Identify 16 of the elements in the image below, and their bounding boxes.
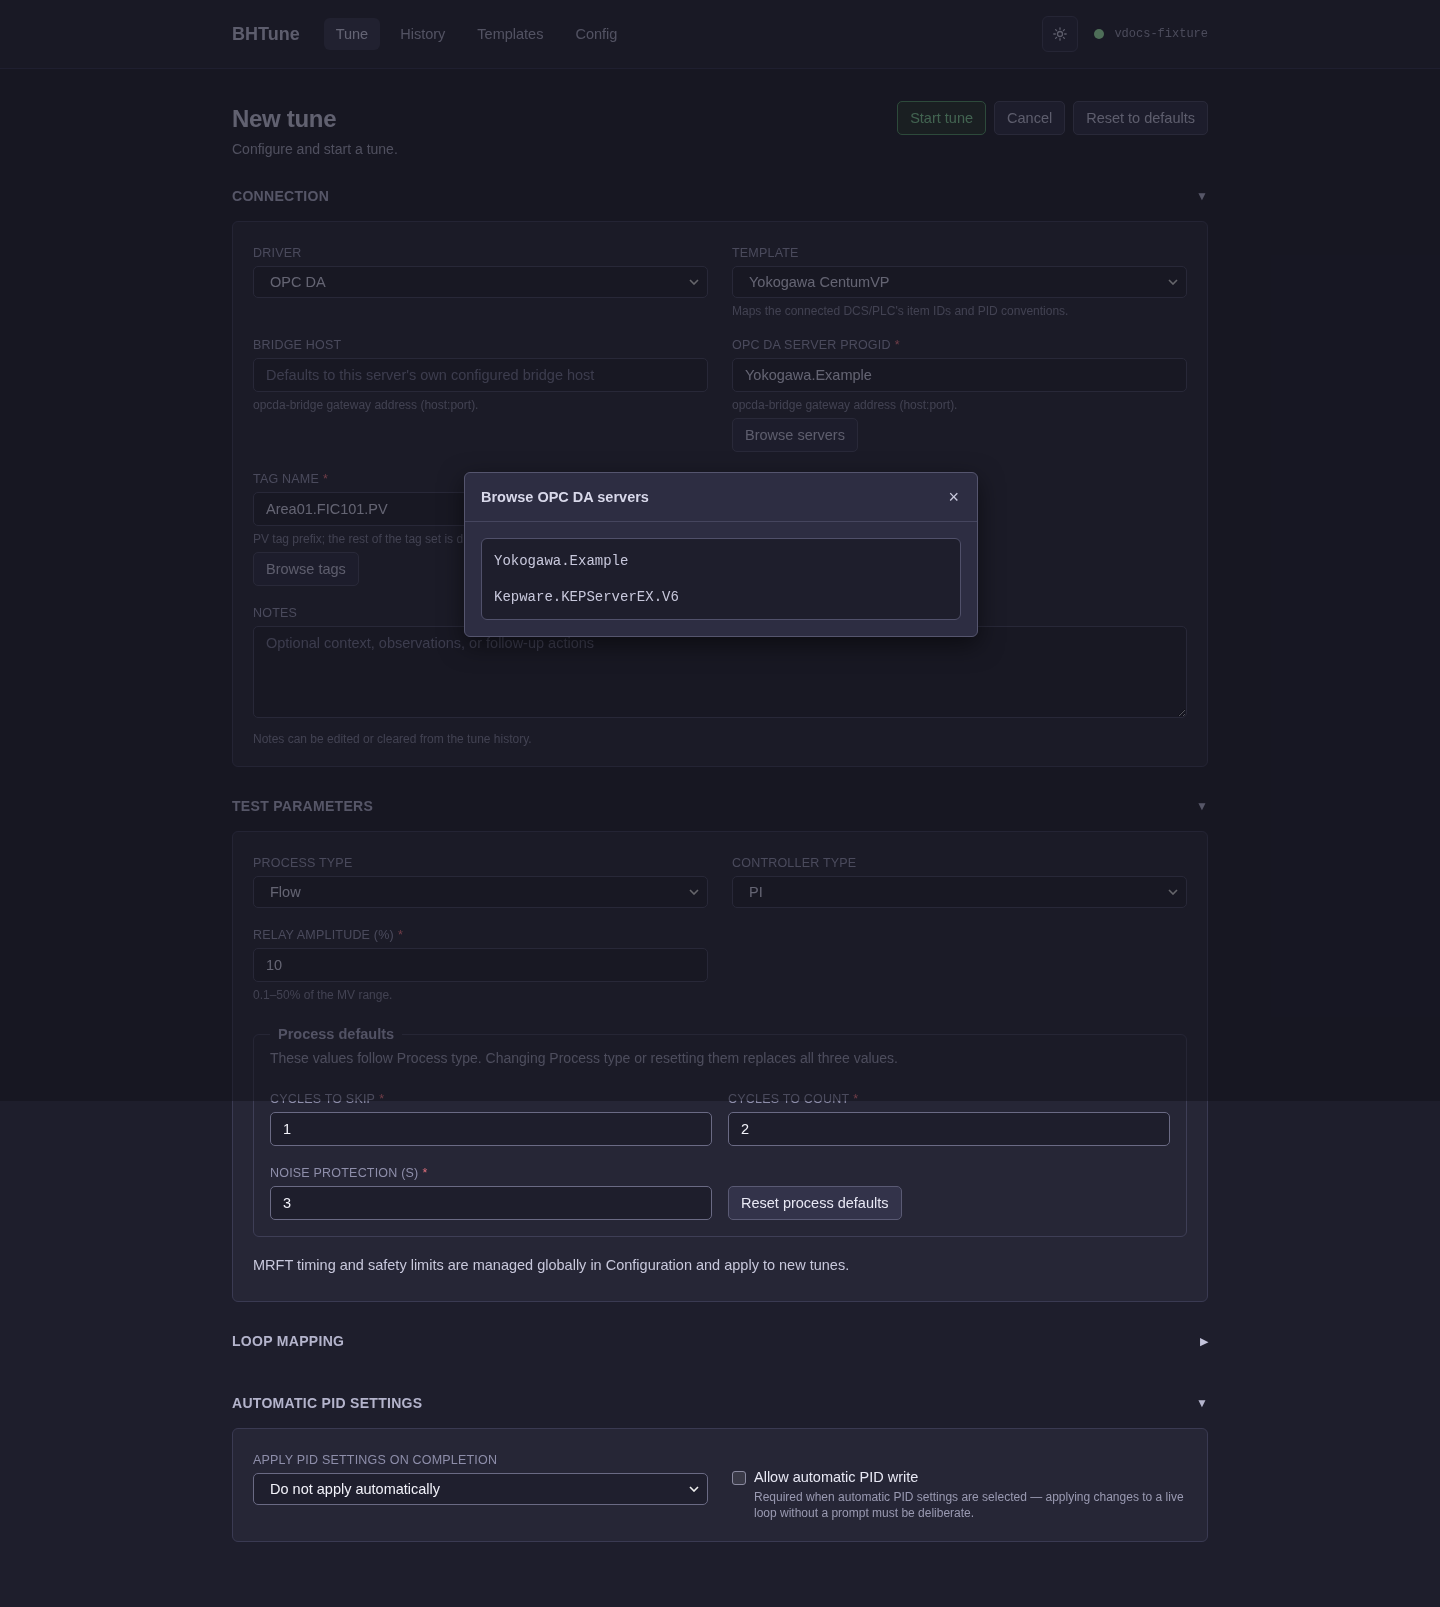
group-legend: Process defaults [270, 1026, 403, 1042]
field-label: APPLY PID SETTINGS ON COMPLETION [253, 1453, 498, 1467]
field-label: NOISE PROTECTION (S) [270, 1166, 419, 1180]
modal-title: Browse OPC DA servers [481, 489, 649, 505]
page-subtitle: Configure and start a tune. [232, 141, 398, 157]
required-mark: * [422, 1166, 428, 1180]
checkbox-hint: Required when automatic PID settings are selected — applying changes to a live loop without a prompt must be deliberate. [754, 1489, 1185, 1522]
footnote: MRFT timing and safety limits are managed globally in Configuration and apply to new tunes. [253, 1257, 851, 1273]
required-mark: * [322, 472, 328, 486]
field-label: CYCLES TO COUNT [728, 1092, 850, 1106]
required-mark: * [379, 1092, 385, 1106]
field-label: CYCLES TO SKIP [270, 1092, 376, 1106]
required-mark: * [853, 1092, 859, 1106]
required-mark: * [894, 338, 900, 352]
required-mark: * [397, 928, 403, 942]
page-title: New tune [232, 105, 338, 133]
